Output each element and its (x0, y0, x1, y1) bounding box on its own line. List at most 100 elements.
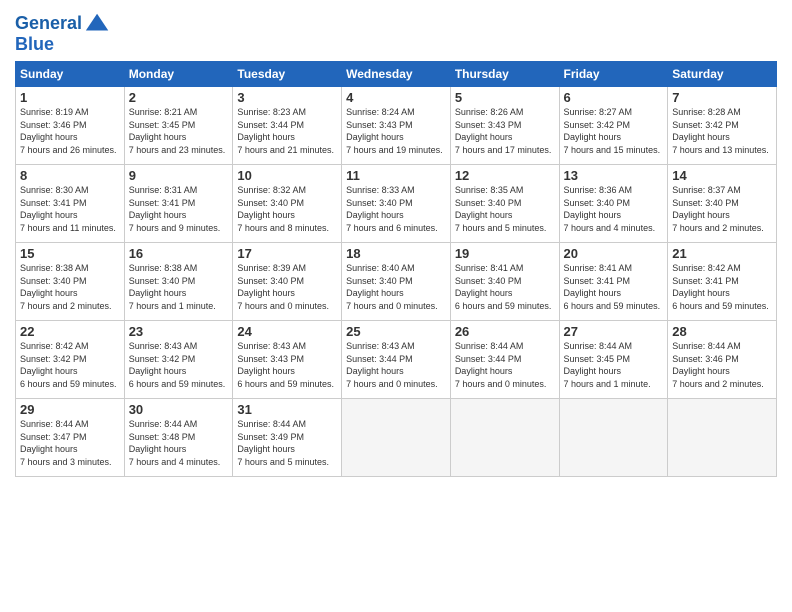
header: General Blue (15, 10, 777, 55)
day-number: 31 (237, 402, 337, 417)
day-number: 26 (455, 324, 555, 339)
weekday-header-cell: Thursday (450, 62, 559, 87)
weekday-header-row: SundayMondayTuesdayWednesdayThursdayFrid… (16, 62, 777, 87)
weekday-header-cell: Sunday (16, 62, 125, 87)
day-info: Sunrise: 8:44 AMSunset: 3:45 PMDaylight … (564, 340, 664, 390)
day-info: Sunrise: 8:44 AMSunset: 3:46 PMDaylight … (672, 340, 772, 390)
day-info: Sunrise: 8:41 AMSunset: 3:40 PMDaylight … (455, 262, 555, 312)
weekday-header-cell: Monday (124, 62, 233, 87)
calendar-day-cell: 8Sunrise: 8:30 AMSunset: 3:41 PMDaylight… (16, 165, 125, 243)
day-info: Sunrise: 8:38 AMSunset: 3:40 PMDaylight … (20, 262, 120, 312)
day-info: Sunrise: 8:36 AMSunset: 3:40 PMDaylight … (564, 184, 664, 234)
calendar-day-cell: 16Sunrise: 8:38 AMSunset: 3:40 PMDayligh… (124, 243, 233, 321)
day-number: 23 (129, 324, 229, 339)
day-info: Sunrise: 8:43 AMSunset: 3:44 PMDaylight … (346, 340, 446, 390)
day-number: 2 (129, 90, 229, 105)
day-info: Sunrise: 8:24 AMSunset: 3:43 PMDaylight … (346, 106, 446, 156)
day-info: Sunrise: 8:42 AMSunset: 3:42 PMDaylight … (20, 340, 120, 390)
day-info: Sunrise: 8:33 AMSunset: 3:40 PMDaylight … (346, 184, 446, 234)
day-number: 13 (564, 168, 664, 183)
calendar-week-row: 15Sunrise: 8:38 AMSunset: 3:40 PMDayligh… (16, 243, 777, 321)
day-number: 25 (346, 324, 446, 339)
day-number: 5 (455, 90, 555, 105)
day-number: 9 (129, 168, 229, 183)
day-number: 3 (237, 90, 337, 105)
calendar-day-cell: 24Sunrise: 8:43 AMSunset: 3:43 PMDayligh… (233, 321, 342, 399)
day-info: Sunrise: 8:42 AMSunset: 3:41 PMDaylight … (672, 262, 772, 312)
day-number: 22 (20, 324, 120, 339)
day-number: 15 (20, 246, 120, 261)
calendar-table: SundayMondayTuesdayWednesdayThursdayFrid… (15, 61, 777, 477)
calendar-day-cell: 30Sunrise: 8:44 AMSunset: 3:48 PMDayligh… (124, 399, 233, 477)
calendar-day-cell: 17Sunrise: 8:39 AMSunset: 3:40 PMDayligh… (233, 243, 342, 321)
day-info: Sunrise: 8:44 AMSunset: 3:44 PMDaylight … (455, 340, 555, 390)
calendar-day-cell: 23Sunrise: 8:43 AMSunset: 3:42 PMDayligh… (124, 321, 233, 399)
calendar-day-cell: 9Sunrise: 8:31 AMSunset: 3:41 PMDaylight… (124, 165, 233, 243)
day-info: Sunrise: 8:21 AMSunset: 3:45 PMDaylight … (129, 106, 229, 156)
day-info: Sunrise: 8:43 AMSunset: 3:42 PMDaylight … (129, 340, 229, 390)
day-info: Sunrise: 8:44 AMSunset: 3:49 PMDaylight … (237, 418, 337, 468)
calendar-day-cell: 22Sunrise: 8:42 AMSunset: 3:42 PMDayligh… (16, 321, 125, 399)
day-number: 28 (672, 324, 772, 339)
day-number: 20 (564, 246, 664, 261)
day-number: 7 (672, 90, 772, 105)
weekday-header-cell: Wednesday (342, 62, 451, 87)
day-info: Sunrise: 8:44 AMSunset: 3:47 PMDaylight … (20, 418, 120, 468)
day-number: 21 (672, 246, 772, 261)
day-number: 14 (672, 168, 772, 183)
calendar-week-row: 8Sunrise: 8:30 AMSunset: 3:41 PMDaylight… (16, 165, 777, 243)
day-number: 6 (564, 90, 664, 105)
calendar-body: 1Sunrise: 8:19 AMSunset: 3:46 PMDaylight… (16, 87, 777, 477)
calendar-week-row: 1Sunrise: 8:19 AMSunset: 3:46 PMDaylight… (16, 87, 777, 165)
calendar-week-row: 22Sunrise: 8:42 AMSunset: 3:42 PMDayligh… (16, 321, 777, 399)
day-number: 11 (346, 168, 446, 183)
page-container: General Blue SundayMondayTuesdayWednesda… (0, 0, 792, 487)
calendar-day-cell: 25Sunrise: 8:43 AMSunset: 3:44 PMDayligh… (342, 321, 451, 399)
day-info: Sunrise: 8:19 AMSunset: 3:46 PMDaylight … (20, 106, 120, 156)
logo-text: General (15, 14, 82, 34)
calendar-day-cell: 19Sunrise: 8:41 AMSunset: 3:40 PMDayligh… (450, 243, 559, 321)
day-info: Sunrise: 8:41 AMSunset: 3:41 PMDaylight … (564, 262, 664, 312)
weekday-header-cell: Tuesday (233, 62, 342, 87)
calendar-day-cell (559, 399, 668, 477)
calendar-day-cell: 21Sunrise: 8:42 AMSunset: 3:41 PMDayligh… (668, 243, 777, 321)
day-info: Sunrise: 8:27 AMSunset: 3:42 PMDaylight … (564, 106, 664, 156)
calendar-day-cell (668, 399, 777, 477)
day-number: 4 (346, 90, 446, 105)
calendar-day-cell: 4Sunrise: 8:24 AMSunset: 3:43 PMDaylight… (342, 87, 451, 165)
calendar-day-cell: 28Sunrise: 8:44 AMSunset: 3:46 PMDayligh… (668, 321, 777, 399)
day-number: 10 (237, 168, 337, 183)
day-number: 8 (20, 168, 120, 183)
calendar-day-cell: 31Sunrise: 8:44 AMSunset: 3:49 PMDayligh… (233, 399, 342, 477)
day-info: Sunrise: 8:26 AMSunset: 3:43 PMDaylight … (455, 106, 555, 156)
weekday-header-cell: Saturday (668, 62, 777, 87)
day-number: 24 (237, 324, 337, 339)
day-info: Sunrise: 8:30 AMSunset: 3:41 PMDaylight … (20, 184, 120, 234)
day-number: 12 (455, 168, 555, 183)
day-number: 17 (237, 246, 337, 261)
calendar-day-cell (450, 399, 559, 477)
calendar-day-cell: 18Sunrise: 8:40 AMSunset: 3:40 PMDayligh… (342, 243, 451, 321)
calendar-day-cell: 20Sunrise: 8:41 AMSunset: 3:41 PMDayligh… (559, 243, 668, 321)
day-info: Sunrise: 8:39 AMSunset: 3:40 PMDaylight … (237, 262, 337, 312)
logo-icon (84, 10, 112, 38)
calendar-week-row: 29Sunrise: 8:44 AMSunset: 3:47 PMDayligh… (16, 399, 777, 477)
day-number: 18 (346, 246, 446, 261)
calendar-day-cell: 2Sunrise: 8:21 AMSunset: 3:45 PMDaylight… (124, 87, 233, 165)
day-number: 27 (564, 324, 664, 339)
logo: General Blue (15, 10, 112, 55)
calendar-day-cell: 12Sunrise: 8:35 AMSunset: 3:40 PMDayligh… (450, 165, 559, 243)
day-number: 19 (455, 246, 555, 261)
day-info: Sunrise: 8:43 AMSunset: 3:43 PMDaylight … (237, 340, 337, 390)
calendar-day-cell: 29Sunrise: 8:44 AMSunset: 3:47 PMDayligh… (16, 399, 125, 477)
calendar-day-cell: 7Sunrise: 8:28 AMSunset: 3:42 PMDaylight… (668, 87, 777, 165)
day-info: Sunrise: 8:38 AMSunset: 3:40 PMDaylight … (129, 262, 229, 312)
weekday-header-cell: Friday (559, 62, 668, 87)
day-info: Sunrise: 8:37 AMSunset: 3:40 PMDaylight … (672, 184, 772, 234)
calendar-day-cell: 6Sunrise: 8:27 AMSunset: 3:42 PMDaylight… (559, 87, 668, 165)
calendar-day-cell (342, 399, 451, 477)
calendar-day-cell: 1Sunrise: 8:19 AMSunset: 3:46 PMDaylight… (16, 87, 125, 165)
calendar-day-cell: 11Sunrise: 8:33 AMSunset: 3:40 PMDayligh… (342, 165, 451, 243)
day-info: Sunrise: 8:31 AMSunset: 3:41 PMDaylight … (129, 184, 229, 234)
calendar-day-cell: 27Sunrise: 8:44 AMSunset: 3:45 PMDayligh… (559, 321, 668, 399)
